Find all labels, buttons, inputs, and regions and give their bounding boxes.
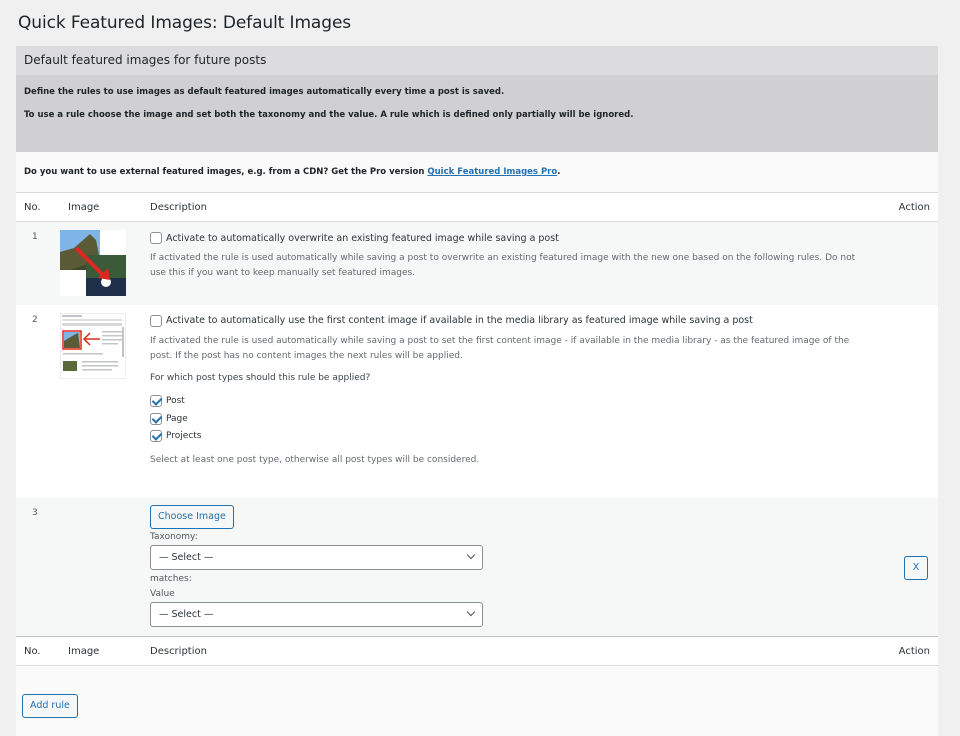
pro-notice: Do you want to use external featured ima… <box>16 152 938 192</box>
column-header-action: Action <box>878 192 938 222</box>
rule-help-text: If activated the rule is used automatica… <box>150 253 856 278</box>
checkbox-label: Page <box>166 413 188 424</box>
rule-number: 2 <box>16 304 60 498</box>
checkbox-label: Activate to automatically overwrite an e… <box>166 232 559 244</box>
use-first-content-image-checkbox[interactable]: Activate to automatically use the first … <box>150 314 870 327</box>
overwrite-existing-checkbox[interactable]: Activate to automatically overwrite an e… <box>150 232 870 244</box>
rules-table: No. Image Description Action 1 Activate … <box>16 192 938 666</box>
table-row: 3 Choose Image Taxonomy: — Select — matc… <box>16 497 938 637</box>
checkbox-box[interactable] <box>150 232 162 244</box>
checkbox-box[interactable] <box>150 314 162 327</box>
pro-notice-suffix: . <box>557 167 561 177</box>
matches-label: matches: <box>150 573 192 584</box>
checkbox-label: Post <box>166 396 185 407</box>
table-header-row: No. Image Description Action <box>16 192 938 222</box>
choose-image-button[interactable]: Choose Image <box>150 504 234 529</box>
page-title: Quick Featured Images: Default Images <box>18 13 352 34</box>
first-content-image-illustration-icon <box>60 312 126 379</box>
post-type-projects-checkbox[interactable]: Projects <box>150 428 870 446</box>
taxonomy-select-value: — Select — <box>159 551 214 563</box>
panel-heading: Default featured images for future posts <box>16 46 938 75</box>
checkbox-box[interactable] <box>150 395 162 408</box>
column-footer-description: Description <box>142 636 878 666</box>
value-label: Value <box>150 588 175 599</box>
post-type-post-checkbox[interactable]: Post <box>150 393 870 411</box>
column-footer-no: No. <box>16 636 60 666</box>
checkbox-box[interactable] <box>150 430 162 443</box>
pro-version-link[interactable]: Quick Featured Images Pro <box>427 167 557 177</box>
post-types-note: Select at least one post type, otherwise… <box>150 455 480 465</box>
column-header-description: Description <box>142 192 878 222</box>
taxonomy-select[interactable]: — Select — <box>150 544 483 570</box>
column-footer-image: Image <box>60 636 142 666</box>
rule-help-text: If activated the rule is used automatica… <box>150 335 850 361</box>
post-type-page-checkbox[interactable]: Page <box>150 410 870 428</box>
pro-notice-text: Do you want to use external featured ima… <box>24 167 428 177</box>
checkbox-label: Projects <box>166 431 202 442</box>
column-header-no: No. <box>16 192 60 222</box>
value-select-value: — Select — <box>159 608 214 620</box>
intro-line: Define the rules to use images as defaul… <box>24 87 505 97</box>
checkbox-label: Activate to automatically use the first … <box>166 315 753 326</box>
default-images-panel: Default featured images for future posts… <box>16 46 938 736</box>
remove-rule-button[interactable]: X <box>904 555 928 580</box>
checkbox-box[interactable] <box>150 412 162 425</box>
rule-number: 3 <box>16 497 60 637</box>
table-row: 1 Activate to automatically overwrite an… <box>16 221 938 305</box>
column-header-image: Image <box>60 192 142 222</box>
chevron-down-icon <box>466 550 476 560</box>
value-select[interactable]: — Select — <box>150 601 483 627</box>
intro-box: Define the rules to use images as defaul… <box>16 75 938 152</box>
table-row: 2 Activate to automatically use the firs… <box>16 304 938 498</box>
taxonomy-label: Taxonomy: <box>150 531 198 542</box>
overwrite-image-illustration-icon <box>60 230 126 296</box>
rule-number: 1 <box>16 221 60 305</box>
add-rule-button[interactable]: Add rule <box>22 694 78 718</box>
column-footer-action: Action <box>878 636 938 666</box>
intro-line: To use a rule choose the image and set b… <box>24 110 634 120</box>
chevron-down-icon <box>466 607 476 617</box>
post-types-list: Post Page Projects <box>150 393 870 446</box>
table-footer-row: No. Image Description Action <box>16 636 938 666</box>
post-types-question: For which post types should this rule be… <box>150 372 371 383</box>
